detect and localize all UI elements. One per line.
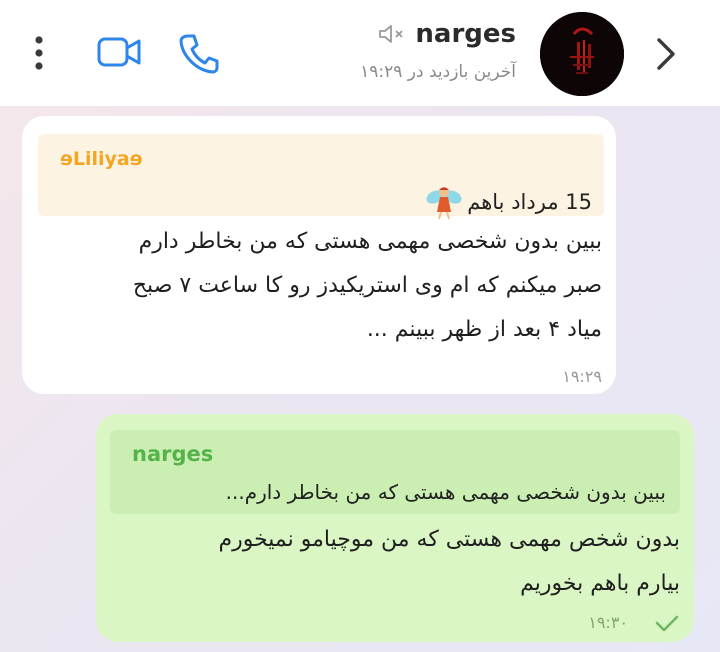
reply-quote[interactable]: narges ببین بدون شخصی مهمی هستی که من بخ… — [110, 430, 680, 514]
reply-quote[interactable]: ɘLiliyaɘ 15 مرداد باهم — [38, 134, 604, 220]
phone-icon[interactable] — [178, 32, 220, 74]
message-time: ۱۹:۲۹ — [562, 367, 602, 386]
reply-sender-name: ɘLiliyaɘ — [60, 148, 143, 170]
chevron-right-icon[interactable] — [648, 34, 682, 74]
message-text: بدون شخص مهمی هستی که من موچیامو نمیخورم… — [218, 527, 680, 596]
contact-name: narges — [415, 19, 516, 49]
reply-sender-name: narges — [132, 442, 214, 466]
reply-quote-text: 15 مرداد باهم — [425, 184, 592, 220]
chat-header: narges آخرین بازدید در ۱۹:۲۹ — [0, 0, 720, 106]
fairy-emoji-icon — [426, 187, 462, 220]
video-call-icon[interactable] — [96, 34, 142, 70]
mute-icon — [379, 25, 404, 43]
contact-title[interactable]: narges — [377, 16, 516, 52]
sent-check-icon — [655, 615, 679, 632]
last-seen-status: آخرین بازدید در ۱۹:۲۹ — [360, 62, 516, 82]
message-text: ببین بدون شخصی مهمی هستی که من بخاطر دار… — [132, 229, 602, 342]
message-time: ۱۹:۳۰ — [588, 613, 628, 632]
avatar[interactable] — [540, 12, 624, 96]
outgoing-message-bubble[interactable]: narges ببین بدون شخصی مهمی هستی که من بخ… — [96, 414, 694, 642]
reply-quote-text: ببین بدون شخصی مهمی هستی که من بخاطر دار… — [225, 480, 666, 504]
incoming-message-bubble[interactable]: ɘLiliyaɘ 15 مرداد باهم ببین بدون شخصی مه… — [22, 116, 616, 394]
more-vertical-icon[interactable] — [24, 34, 54, 74]
